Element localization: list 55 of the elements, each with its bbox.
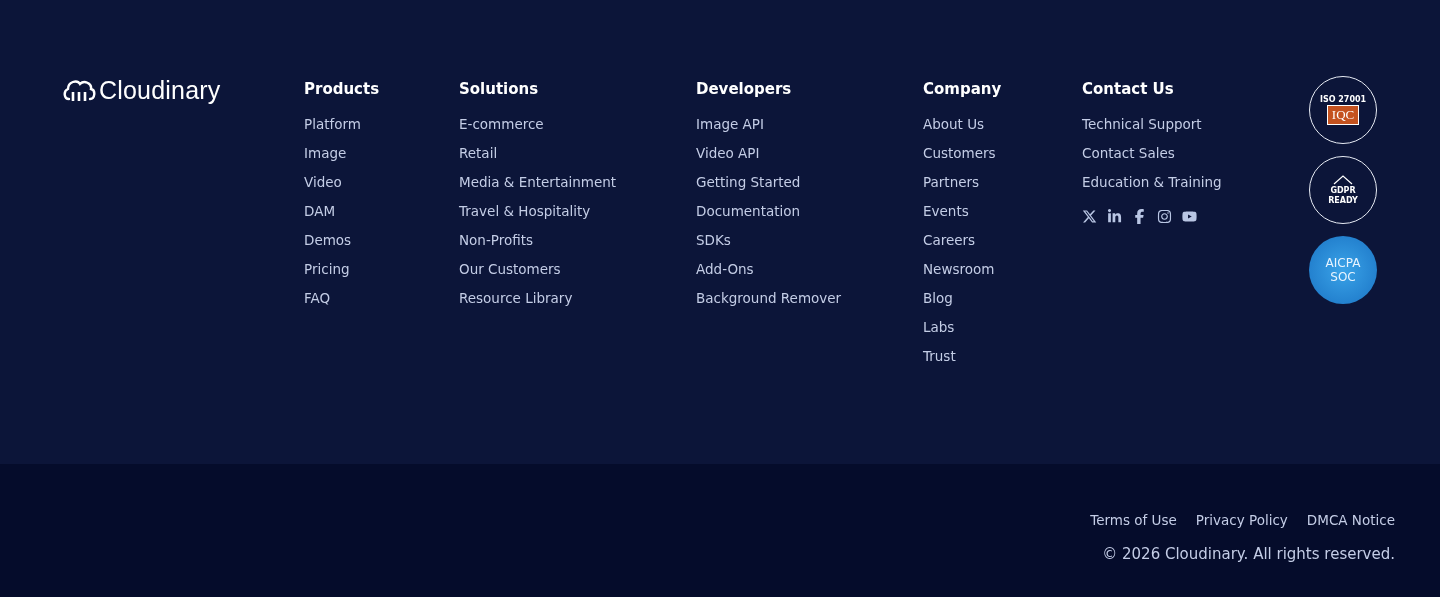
footer-link[interactable]: Careers	[923, 226, 976, 255]
footer-link[interactable]: Video	[304, 168, 342, 197]
footer-link[interactable]: Background Remover	[696, 284, 842, 313]
footer-link[interactable]: Documentation	[696, 197, 801, 226]
column-heading: Solutions	[459, 79, 539, 100]
legal-link[interactable]: Terms of Use	[1090, 506, 1177, 535]
footer-link[interactable]: Contact Sales	[1082, 139, 1175, 168]
footer-link[interactable]: Pricing	[304, 255, 350, 284]
footer-link[interactable]: Blog	[923, 284, 953, 313]
footer-link[interactable]: Media & Entertainment	[459, 168, 617, 197]
footer-link[interactable]: Retail	[459, 139, 498, 168]
footer-link[interactable]: Technical Support	[1082, 110, 1202, 139]
footer-link[interactable]: Platform	[304, 110, 361, 139]
footer-link[interactable]: Our Customers	[459, 255, 561, 284]
footer-link[interactable]: Resource Library	[459, 284, 573, 313]
column-heading: Company	[923, 79, 1002, 100]
footer-link[interactable]: Demos	[304, 226, 352, 255]
footer-link[interactable]: DAM	[304, 197, 336, 226]
cloud-logo-icon	[62, 77, 96, 103]
column-heading: Products	[304, 79, 380, 100]
footer-link[interactable]: E-commerce	[459, 110, 544, 139]
footer-link[interactable]: FAQ	[304, 284, 331, 313]
brand-name: Cloudinary	[99, 75, 221, 105]
footer-link[interactable]: Newsroom	[923, 255, 995, 284]
footer-link[interactable]: Trust	[923, 342, 956, 371]
legal-link[interactable]: DMCA Notice	[1306, 506, 1395, 535]
linkedin-icon[interactable]	[1107, 209, 1122, 224]
column-heading: Developers	[696, 79, 792, 100]
footer-link[interactable]: Add-Ons	[696, 255, 754, 284]
badge-label: GDPR	[1330, 186, 1356, 195]
footer-link[interactable]: Image API	[696, 110, 764, 139]
badge-label: SOC	[1330, 270, 1356, 284]
badge-title: AICPA	[1325, 256, 1361, 270]
badge-label: IQC	[1326, 105, 1360, 125]
facebook-icon[interactable]	[1132, 209, 1147, 224]
footer-link[interactable]: Non-Profits	[459, 226, 534, 255]
footer-link[interactable]: About Us	[923, 110, 985, 139]
footer-link[interactable]: Education & Training	[1082, 168, 1222, 197]
youtube-icon[interactable]	[1182, 209, 1197, 224]
x-icon[interactable]	[1082, 209, 1097, 224]
column-heading: Contact Us	[1082, 79, 1174, 100]
footer-link[interactable]: Customers	[923, 139, 996, 168]
footer-link[interactable]: Labs	[923, 313, 955, 342]
badge-caption: READY	[1328, 196, 1358, 205]
instagram-icon[interactable]	[1157, 209, 1172, 224]
footer-link[interactable]: Travel & Hospitality	[459, 197, 591, 226]
legal-link[interactable]: Privacy Policy	[1195, 506, 1288, 535]
footer-link[interactable]: Image	[304, 139, 347, 168]
footer-link[interactable]: Events	[923, 197, 969, 226]
footer-link[interactable]: SDKs	[696, 226, 731, 255]
copyright-text: © 2026 Cloudinary. All rights reserved.	[1102, 545, 1395, 563]
footer-link[interactable]: Video API	[696, 139, 760, 168]
footer-link[interactable]: Partners	[923, 168, 980, 197]
footer-link[interactable]: Getting Started	[696, 168, 801, 197]
badge-title: ISO 27001	[1319, 95, 1367, 104]
